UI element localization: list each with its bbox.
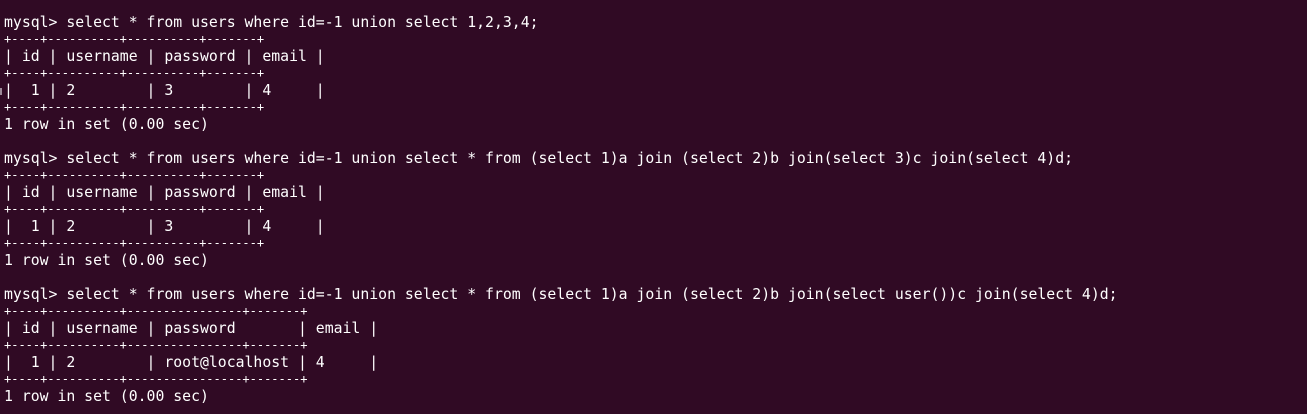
table-header: | id | username | password | email | xyxy=(4,48,325,65)
table-row: | 1 | 2 | root@localhost | 4 | xyxy=(4,354,379,371)
table-border: +----+----------+----------------+------… xyxy=(4,372,308,386)
table-border: +----+----------+----------+-------+ xyxy=(4,236,265,250)
table-border: +----+----------+----------+-------+ xyxy=(4,168,265,182)
table-border: +----+----------+----------+-------+ xyxy=(4,32,265,46)
table-border: +----+----------+----------+-------+ xyxy=(4,66,265,80)
result-summary: 1 row in set (0.00 sec) xyxy=(4,252,209,269)
table-row: | 1 | 2 | 3 | 4 | xyxy=(4,218,325,235)
terminal-window[interactable]: mysql> select * from users where id=-1 u… xyxy=(0,0,1307,414)
table-header: | id | username | password | email | xyxy=(4,320,379,337)
scroll-marker xyxy=(0,88,2,95)
table-border: +----+----------+----------------+------… xyxy=(4,338,308,352)
prompt-line-3: mysql> select * from users where id=-1 u… xyxy=(4,286,1118,303)
table-border: +----+----------+----------+-------+ xyxy=(4,100,265,114)
result-summary: 1 row in set (0.00 sec) xyxy=(4,388,209,405)
result-summary: 1 row in set (0.00 sec) xyxy=(4,116,209,133)
table-border: +----+----------+----------------+------… xyxy=(4,304,308,318)
table-header: | id | username | password | email | xyxy=(4,184,325,201)
prompt-line-1: mysql> select * from users where id=-1 u… xyxy=(4,14,539,31)
table-row: | 1 | 2 | 3 | 4 | xyxy=(4,82,325,99)
prompt-line-2: mysql> select * from users where id=-1 u… xyxy=(4,150,1074,167)
table-border: +----+----------+----------+-------+ xyxy=(4,202,265,216)
